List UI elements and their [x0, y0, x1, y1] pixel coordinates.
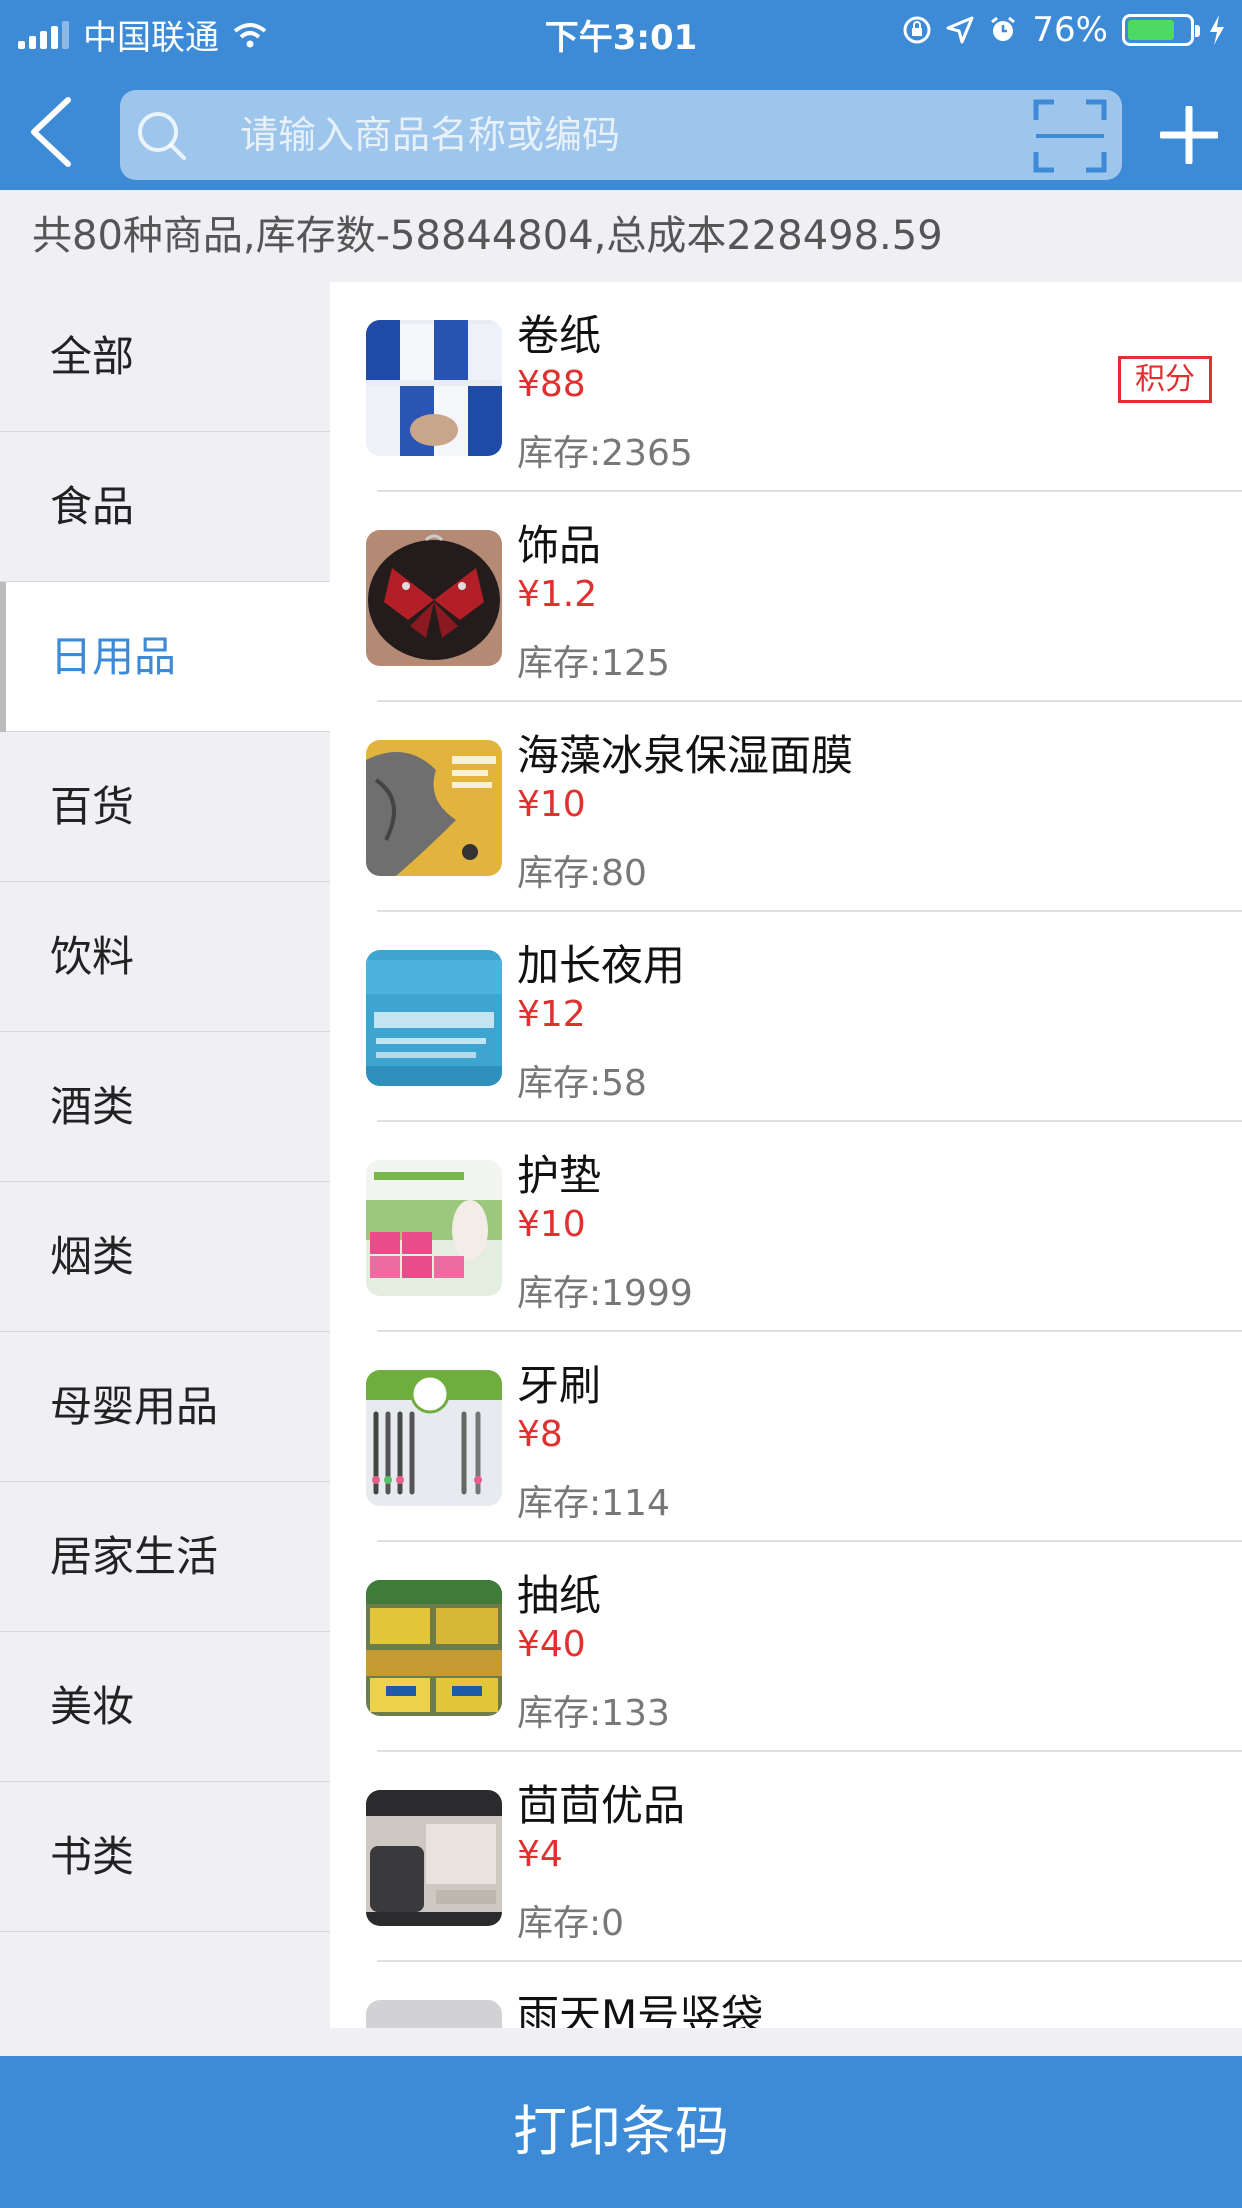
- product-row[interactable]: 抽纸 ¥40 库存:133: [330, 1542, 1242, 1752]
- search-input[interactable]: [240, 90, 940, 180]
- category-item-general-merchandise[interactable]: 百货: [0, 732, 330, 882]
- product-thumbnail: [366, 320, 502, 456]
- product-stock: 库存:80: [517, 853, 647, 894]
- product-thumbnail: [366, 2000, 502, 2028]
- plus-icon: [1158, 104, 1220, 166]
- orientation-lock-icon: [903, 16, 931, 44]
- product-price: ¥8: [517, 1414, 563, 1455]
- back-button[interactable]: [22, 92, 82, 172]
- print-barcode-button[interactable]: 打印条码: [0, 2056, 1242, 2208]
- product-price: ¥12: [517, 994, 586, 1035]
- product-stock: 库存:133: [517, 1693, 670, 1734]
- product-thumbnail: [366, 1790, 502, 1926]
- product-thumbnail: [366, 530, 502, 666]
- product-price: ¥10: [517, 784, 586, 825]
- product-row[interactable]: 雨天M号竖袋: [330, 1962, 1242, 2028]
- product-price: ¥1.2: [517, 574, 598, 615]
- chevron-left-icon: [31, 97, 71, 167]
- category-item-home-living[interactable]: 居家生活: [0, 1482, 330, 1632]
- battery-icon: [1122, 14, 1200, 46]
- charging-bolt-icon: [1210, 15, 1224, 45]
- category-item-daily-goods[interactable]: 日用品: [0, 582, 330, 732]
- product-row[interactable]: 护垫 ¥10 库存:1999: [330, 1122, 1242, 1332]
- product-stock: 库存:58: [517, 1063, 647, 1104]
- product-row[interactable]: 海藻冰泉保湿面膜 ¥10 库存:80: [330, 702, 1242, 912]
- location-arrow-icon: [946, 16, 974, 44]
- product-list: 卷纸 ¥88 库存:2365 积分 饰品 ¥1.2 库存:125 海藻冰泉保湿面…: [330, 282, 1242, 2028]
- inventory-summary: 共80种商品,库存数-58844804,总成本228498.59: [0, 190, 1242, 282]
- product-name: 卷纸: [517, 311, 602, 360]
- product-name: 饰品: [517, 521, 602, 570]
- category-item-alcohol[interactable]: 酒类: [0, 1032, 330, 1182]
- category-item-books[interactable]: 书类: [0, 1782, 330, 1932]
- product-thumbnail: [366, 1370, 502, 1506]
- product-name: 抽纸: [517, 1571, 602, 1620]
- alarm-icon: [991, 16, 1016, 41]
- scan-barcode-icon: [1033, 99, 1107, 173]
- product-thumbnail: [366, 950, 502, 1086]
- category-item-food[interactable]: 食品: [0, 432, 330, 582]
- category-item-beauty[interactable]: 美妆: [0, 1632, 330, 1782]
- product-thumbnail: [366, 1580, 502, 1716]
- product-price: ¥88: [517, 364, 586, 405]
- scan-button[interactable]: [1032, 98, 1108, 174]
- product-row[interactable]: 茴茴优品 ¥4 库存:0: [330, 1752, 1242, 1962]
- points-badge: 积分: [1118, 356, 1212, 403]
- product-row[interactable]: 卷纸 ¥88 库存:2365 积分: [330, 282, 1242, 492]
- status-bar: 中国联通 下午3:01 76%: [0, 0, 1242, 62]
- battery-percent: 76%: [1032, 10, 1108, 50]
- product-thumbnail: [366, 1160, 502, 1296]
- product-name: 雨天M号竖袋: [517, 1991, 764, 2028]
- product-name: 茴茴优品: [517, 1781, 686, 1830]
- product-row[interactable]: 牙刷 ¥8 库存:114: [330, 1332, 1242, 1542]
- product-row[interactable]: 加长夜用 ¥12 库存:58: [330, 912, 1242, 1122]
- search-icon: [138, 112, 186, 160]
- product-stock: 库存:2365: [517, 433, 693, 474]
- product-name: 加长夜用: [517, 941, 686, 990]
- category-item-mother-baby[interactable]: 母婴用品: [0, 1332, 330, 1482]
- product-price: ¥40: [517, 1624, 586, 1665]
- product-stock: 库存:1999: [517, 1273, 693, 1314]
- category-item-beverages[interactable]: 饮料: [0, 882, 330, 1032]
- product-price: ¥4: [517, 1834, 563, 1875]
- search-box: [120, 90, 1122, 180]
- product-row[interactable]: 饰品 ¥1.2 库存:125: [330, 492, 1242, 702]
- product-stock: 库存:0: [517, 1903, 625, 1944]
- product-name: 海藻冰泉保湿面膜: [517, 731, 854, 780]
- product-thumbnail: [366, 740, 502, 876]
- category-sidebar: 全部 食品 日用品 百货 饮料 酒类 烟类 母婴用品 居家生活 美妆 书类: [0, 282, 330, 2028]
- add-product-button[interactable]: [1158, 104, 1220, 166]
- product-name: 护垫: [517, 1151, 602, 1200]
- category-item-tobacco[interactable]: 烟类: [0, 1182, 330, 1332]
- product-price: ¥10: [517, 1204, 586, 1245]
- product-name: 牙刷: [517, 1361, 602, 1410]
- product-stock: 库存:114: [517, 1483, 670, 1524]
- category-item-all[interactable]: 全部: [0, 282, 330, 432]
- top-bar: 中国联通 下午3:01 76%: [0, 0, 1242, 190]
- product-stock: 库存:125: [517, 643, 670, 684]
